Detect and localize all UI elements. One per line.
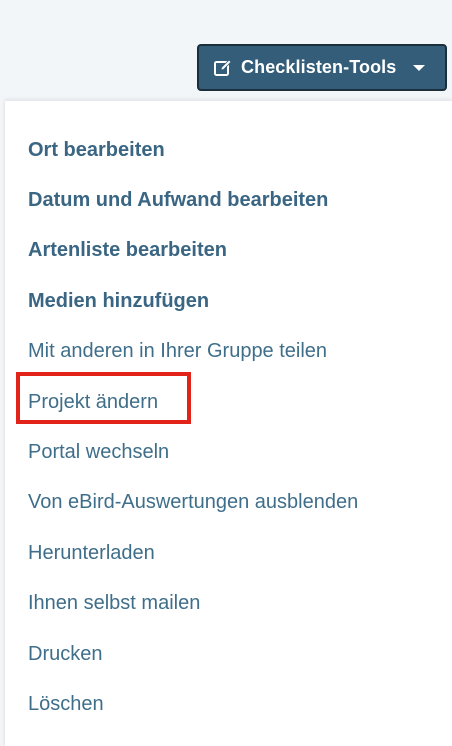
menu-item-hide-from-output[interactable]: Von eBird-Auswertungen ausblenden xyxy=(28,490,358,514)
menu-item-share-with-group[interactable]: Mit anderen in Ihrer Gruppe teilen xyxy=(28,339,327,363)
menu-item-change-project[interactable]: Projekt ändern xyxy=(28,390,158,414)
checklist-tools-label: Checklisten-Tools xyxy=(241,57,397,77)
menu-item-delete[interactable]: Löschen xyxy=(28,692,104,716)
menu-item-print[interactable]: Drucken xyxy=(28,642,102,666)
menu-item-edit-date-effort[interactable]: Datum und Aufwand bearbeiten xyxy=(28,188,328,212)
menu-item-switch-portal[interactable]: Portal wechseln xyxy=(28,440,169,464)
menu-item-add-media[interactable]: Medien hinzufügen xyxy=(28,289,209,313)
checklist-tools-menu: Ort bearbeiten Datum und Aufwand bearbei… xyxy=(5,100,452,746)
chevron-down-icon xyxy=(413,65,425,71)
menu-item-edit-location[interactable]: Ort bearbeiten xyxy=(28,138,165,162)
edit-icon xyxy=(214,58,232,76)
menu-item-edit-species-list[interactable]: Artenliste bearbeiten xyxy=(28,238,227,262)
checklist-tools-button[interactable]: Checklisten-Tools xyxy=(197,44,447,91)
menu-item-email-self[interactable]: Ihnen selbst mailen xyxy=(28,591,200,615)
menu-item-download[interactable]: Herunterladen xyxy=(28,541,155,565)
